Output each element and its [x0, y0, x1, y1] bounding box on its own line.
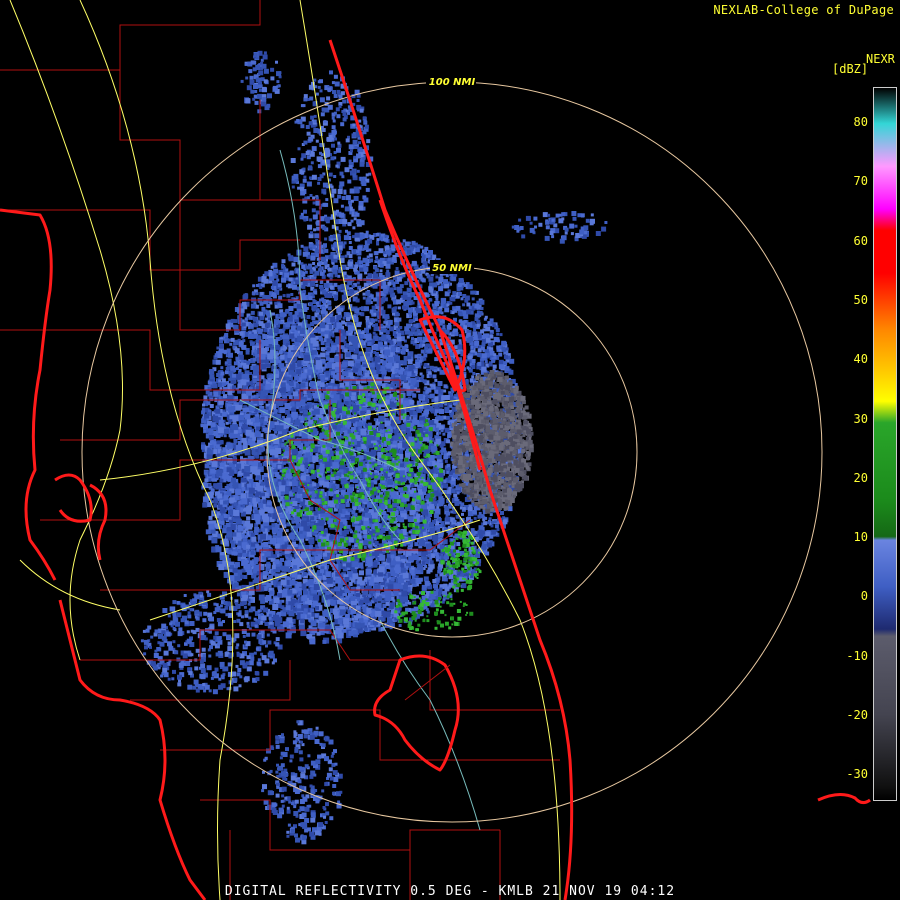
dbz-color-bar [873, 87, 897, 801]
legend-product: NEXR [866, 52, 895, 66]
product-footer: DIGITAL REFLECTIVITY 0.5 DEG - KMLB 21 N… [224, 884, 676, 899]
dbz-tick: 40 [853, 352, 868, 367]
legend-unit: [dBZ] [832, 62, 869, 76]
ring-label-100: 100 NMI [429, 77, 476, 88]
credit-text: NEXLAB-College of DuPage [713, 3, 894, 17]
dbz-tick: 20 [853, 470, 868, 485]
dbz-tick: -20 [846, 708, 868, 722]
dbz-tick: 0 [860, 589, 868, 604]
dbz-tick: 30 [853, 411, 868, 426]
radar-map: 100 NMI 50 NMI [0, 0, 871, 900]
lake-okeechobee-tie [404, 664, 451, 701]
ring-label-50: 50 NMI [432, 263, 472, 274]
dbz-tick: -30 [846, 767, 868, 782]
dbz-tick: 60 [853, 233, 868, 248]
dbz-tick: 10 [853, 530, 868, 545]
reflectivity-echoes [140, 50, 608, 845]
dbz-tick: 50 [853, 292, 868, 307]
dbz-tick: 70 [853, 174, 868, 189]
dbz-tick: 80 [853, 115, 868, 129]
dbz-tick: -10 [846, 648, 868, 663]
